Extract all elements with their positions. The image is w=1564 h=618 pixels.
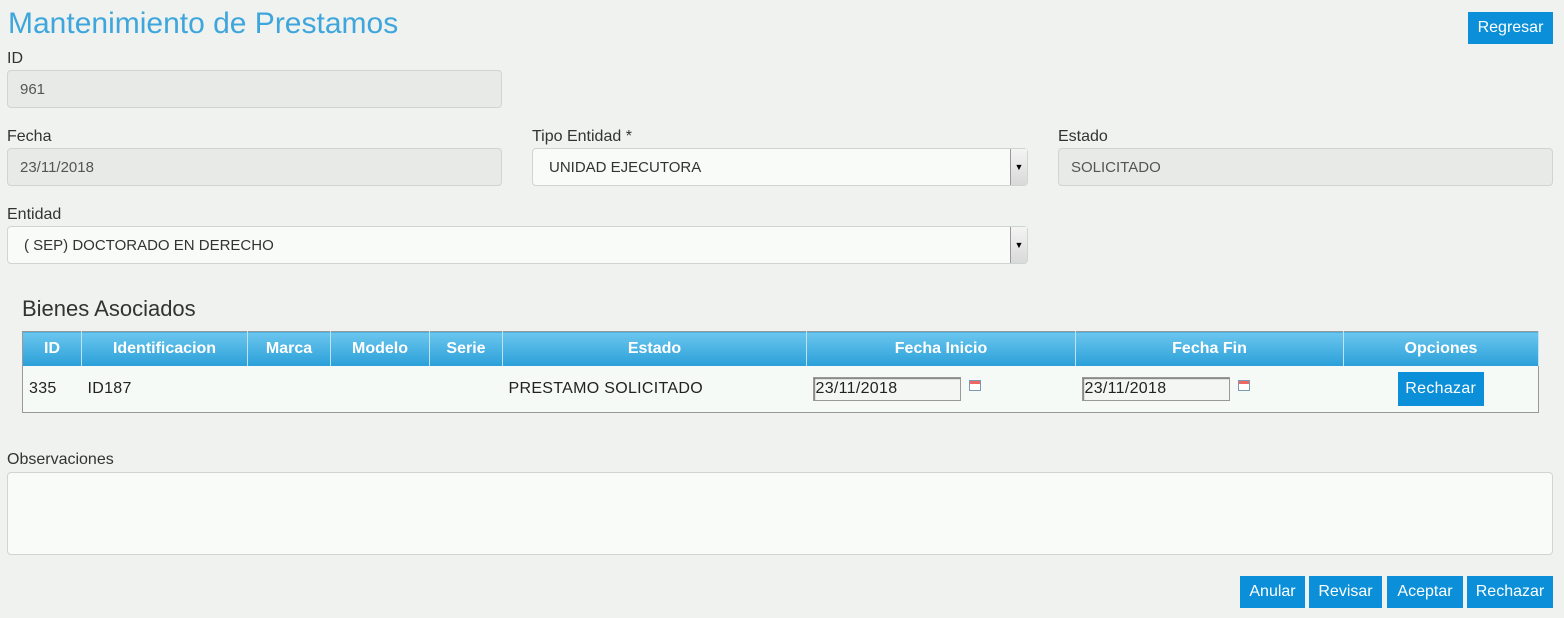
id-field[interactable]: 961 [7, 70, 502, 108]
chevron-down-icon[interactable]: ▼ [1010, 227, 1027, 263]
cell-id: 335 [22, 365, 82, 412]
estado-label: Estado [1058, 128, 1108, 145]
rechazar-button[interactable]: Rechazar [1467, 576, 1553, 608]
col-header-modelo[interactable]: Modelo [330, 331, 430, 366]
col-header-serie[interactable]: Serie [429, 331, 503, 366]
col-header-opciones: Opciones [1343, 331, 1539, 366]
fecha-field[interactable]: 23/11/2018 [7, 148, 502, 186]
bienes-title: Bienes Asociados [22, 296, 196, 321]
cell-serie [429, 365, 503, 412]
fecha-label: Fecha [7, 128, 52, 145]
col-header-id[interactable]: ID [22, 331, 82, 366]
table-row: 335 ID187 PRESTAMO SOLICITADO 23/11/2018… [22, 365, 1539, 412]
cell-modelo [330, 365, 430, 412]
tipo-entidad-label: Tipo Entidad * [532, 128, 632, 145]
tipo-entidad-select[interactable]: UNIDAD EJECUTORA ▼ [532, 148, 1028, 186]
row-reject-button[interactable]: Rechazar [1397, 371, 1484, 406]
table-header-row: ID Identificacion Marca Modelo Serie Est… [22, 331, 1539, 366]
observaciones-label: Observaciones [7, 451, 114, 468]
chevron-down-icon[interactable]: ▼ [1010, 149, 1027, 185]
col-header-estado[interactable]: Estado [502, 331, 807, 366]
entidad-value: ( SEP) DOCTORADO EN DERECHO [24, 236, 274, 254]
anular-button[interactable]: Anular [1240, 576, 1305, 608]
calendar-icon[interactable] [1237, 380, 1250, 391]
col-header-fecha-fin[interactable]: Fecha Fin [1075, 331, 1344, 366]
fecha-fin-input[interactable]: 23/11/2018 [1081, 376, 1230, 401]
aceptar-button[interactable]: Aceptar [1387, 576, 1463, 608]
id-label: ID [7, 50, 23, 67]
entidad-label: Entidad [7, 206, 62, 223]
cell-marca [247, 365, 331, 412]
col-header-identificacion[interactable]: Identificacion [81, 331, 248, 366]
back-button[interactable]: Regresar [1468, 12, 1553, 44]
col-header-marca[interactable]: Marca [247, 331, 331, 366]
estado-field[interactable]: SOLICITADO [1058, 148, 1553, 186]
col-header-fecha-inicio[interactable]: Fecha Inicio [806, 331, 1076, 366]
cell-identificacion: ID187 [81, 365, 248, 412]
tipo-entidad-value: UNIDAD EJECUTORA [549, 158, 702, 176]
cell-estado: PRESTAMO SOLICITADO [502, 365, 807, 412]
bienes-table: ID Identificacion Marca Modelo Serie Est… [22, 331, 1539, 413]
cell-fecha-fin: 23/11/2018 [1075, 365, 1344, 412]
page-title: Mantenimiento de Prestamos [8, 7, 399, 40]
cell-opciones: Rechazar [1343, 365, 1539, 412]
revisar-button[interactable]: Revisar [1309, 576, 1382, 608]
cell-fecha-inicio: 23/11/2018 [806, 365, 1076, 412]
entidad-select[interactable]: ( SEP) DOCTORADO EN DERECHO ▼ [7, 226, 1028, 264]
fecha-inicio-input[interactable]: 23/11/2018 [812, 376, 961, 401]
observaciones-textarea[interactable] [7, 472, 1553, 555]
calendar-icon[interactable] [968, 380, 981, 391]
